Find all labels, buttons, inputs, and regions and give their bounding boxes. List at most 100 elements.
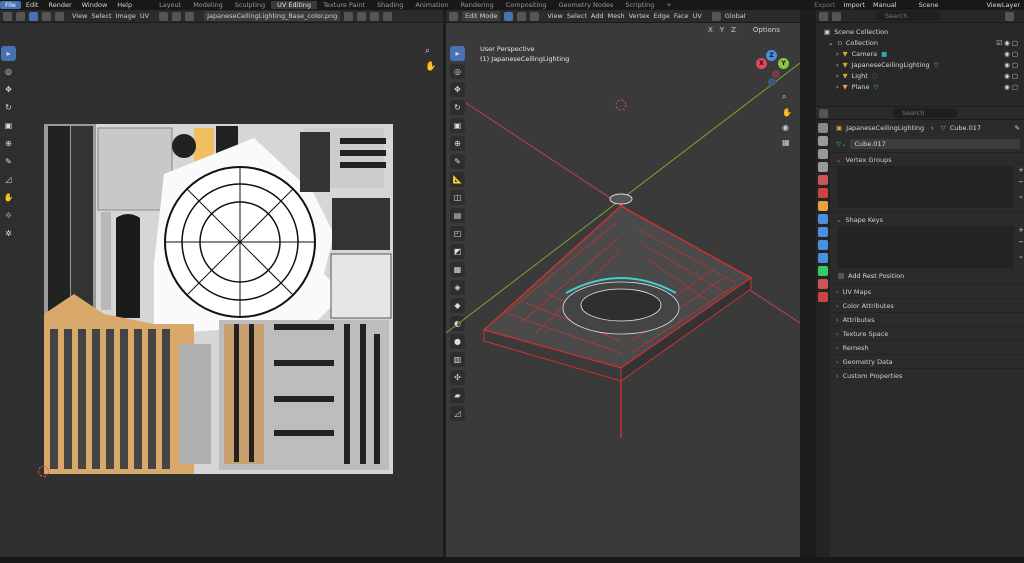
visibility-eye-icon[interactable]: ◉ ▢ — [1004, 50, 1018, 58]
vp-menu-add[interactable]: Add — [591, 12, 604, 20]
output-tab-icon[interactable] — [818, 149, 828, 159]
tab-layout[interactable]: Layout — [153, 1, 187, 9]
cursor-tool[interactable]: ◎ — [1, 64, 16, 79]
expand-arrow-icon[interactable]: › — [836, 61, 839, 69]
modifier-tab-icon[interactable] — [818, 214, 828, 224]
gizmo-z-axis[interactable]: Z — [766, 50, 777, 61]
add-shape-key-button[interactable]: + — [1018, 226, 1024, 234]
3d-viewport[interactable]: Edit Mode View Select Add Mesh Vertex Ed… — [446, 10, 800, 557]
pan-hand-icon[interactable]: ✋ — [425, 62, 436, 72]
expand-arrow-icon[interactable]: › — [836, 72, 839, 80]
outliner-search[interactable]: Search — [875, 11, 941, 21]
tool-tab-icon[interactable] — [818, 123, 828, 133]
move-tool[interactable]: ✥ — [1, 82, 16, 97]
snap-icon[interactable] — [172, 11, 182, 21]
uv-menu-select[interactable]: Select — [91, 12, 111, 20]
viewlayer-selector[interactable]: ViewLayer — [986, 1, 1020, 9]
vertex-groups-list[interactable]: + − ⌄ — [838, 166, 1024, 208]
tab-rendering[interactable]: Rendering — [455, 1, 500, 9]
editor-type-icon[interactable] — [819, 11, 828, 21]
remove-shape-key-button[interactable]: − — [1018, 238, 1024, 246]
editor-type-icon[interactable] — [449, 11, 458, 21]
uv-menu-view[interactable]: View — [72, 12, 87, 20]
2d-cursor-icon[interactable] — [38, 466, 49, 477]
uv-texture-image[interactable] — [44, 124, 393, 474]
navigation-gizmo[interactable]: Z Y X — [752, 50, 792, 90]
add-rest-position-checkbox[interactable] — [838, 273, 844, 279]
camera-view-icon[interactable]: ◉ — [782, 123, 792, 132]
section-attributes[interactable]: › Attributes — [830, 312, 1024, 326]
render-tab-icon[interactable] — [818, 136, 828, 146]
section-custom-properties[interactable]: › Custom Properties — [830, 368, 1024, 382]
edge-select-icon[interactable] — [42, 11, 51, 21]
proportional-icon[interactable] — [185, 11, 195, 21]
vp-menu-view[interactable]: View — [547, 12, 562, 20]
list-menu-icon[interactable]: ⌄ — [1018, 252, 1024, 260]
transform-orientation[interactable]: Global — [725, 12, 746, 20]
edge-mode-icon[interactable] — [517, 11, 527, 21]
tab-compositing[interactable]: Compositing — [500, 1, 553, 9]
tab-animation[interactable]: Animation — [409, 1, 454, 9]
section-texture-space[interactable]: › Texture Space — [830, 326, 1024, 340]
pin-icon[interactable]: ✎ — [1015, 124, 1020, 132]
grab-tool[interactable]: ✋ — [1, 190, 16, 205]
collapse-arrow-icon[interactable]: ⌄ — [828, 39, 833, 47]
transform-tool[interactable]: ⊕ — [1, 136, 16, 151]
tab-geometry-nodes[interactable]: Geometry Nodes — [553, 1, 620, 9]
tab-texture-paint[interactable]: Texture Paint — [317, 1, 371, 9]
scale-tool[interactable]: ▣ — [1, 118, 16, 133]
gizmo-neg-x[interactable] — [772, 70, 780, 78]
uv-menu-image[interactable]: Image — [116, 12, 136, 20]
scene-tab-icon[interactable] — [818, 175, 828, 185]
gizmo-x-axis[interactable]: X — [756, 58, 767, 69]
mesh-data-tab-icon[interactable] — [818, 266, 828, 276]
menu-edit[interactable]: Edit — [21, 1, 44, 9]
world-tab-icon[interactable] — [818, 188, 828, 198]
tab-shading[interactable]: Shading — [371, 1, 409, 9]
shape-keys-list[interactable]: + − ⌄ — [838, 226, 1024, 268]
vp-menu-mesh[interactable]: Mesh — [607, 12, 624, 20]
vertex-select-icon[interactable] — [29, 11, 38, 21]
add-vertex-group-button[interactable]: + — [1018, 166, 1024, 174]
gizmo-neg-z[interactable] — [768, 78, 776, 86]
view-layer-tab-icon[interactable] — [818, 162, 828, 172]
add-workspace-button[interactable]: + — [660, 1, 677, 9]
physics-tab-icon[interactable] — [818, 240, 828, 250]
outliner[interactable]: Search ▣ Scene Collection ⌄ ▫ Collection ☑ ◉… — [816, 10, 1024, 106]
zoom-icon[interactable]: ⌕ — [782, 92, 792, 102]
menu-help[interactable]: Help — [112, 1, 137, 9]
section-geometry-data[interactable]: › Geometry Data — [830, 354, 1024, 368]
scene-selector[interactable]: Scene — [919, 1, 939, 9]
vertex-mode-icon[interactable] — [504, 11, 514, 21]
pivot-icon[interactable] — [159, 11, 169, 21]
tab-scripting[interactable]: Scripting — [619, 1, 660, 9]
editor-type-icon[interactable] — [819, 108, 828, 118]
properties-search[interactable]: Search — [892, 108, 958, 118]
gizmo-y-axis[interactable]: Y — [778, 58, 789, 69]
new-image-icon[interactable] — [344, 11, 354, 21]
uv-sync-icon[interactable] — [16, 11, 25, 21]
constraints-tab-icon[interactable] — [818, 253, 828, 263]
expand-arrow-icon[interactable]: › — [836, 50, 839, 58]
add-rest-position-row[interactable]: Add Rest Position — [830, 268, 1024, 284]
tab-uv-editing[interactable]: UV Editing — [271, 1, 318, 9]
tab-sculpting[interactable]: Sculpting — [229, 1, 271, 9]
vp-menu-face[interactable]: Face — [674, 12, 689, 20]
orientation-icon[interactable] — [711, 11, 721, 21]
properties-editor[interactable]: Search ▣ JapaneseCeilingLighting › ▽ Cub… — [816, 107, 1024, 557]
menu-render[interactable]: Render — [43, 1, 76, 9]
mesh-browse-icon[interactable]: ▽⌄ — [836, 140, 846, 148]
vp-menu-uv[interactable]: UV — [693, 12, 702, 20]
face-select-icon[interactable] — [55, 11, 64, 21]
visibility-eye-icon[interactable]: ◉ ▢ — [1004, 83, 1018, 91]
menu-file[interactable]: File — [0, 1, 21, 9]
section-uv-maps[interactable]: › UV Maps — [830, 284, 1024, 298]
mode-selector[interactable]: Edit Mode — [462, 11, 501, 21]
vp-menu-edge[interactable]: Edge — [654, 12, 670, 20]
section-vertex-groups[interactable]: ⌄ Vertex Groups — [830, 152, 1024, 166]
section-color-attributes[interactable]: › Color Attributes — [830, 298, 1024, 312]
zoom-icon[interactable]: ⌕ — [425, 46, 430, 56]
texture-tab-icon[interactable] — [818, 292, 828, 302]
visibility-eye-icon[interactable]: ☑ ◉ ▢ — [996, 39, 1018, 47]
select-box-tool[interactable]: ▸ — [1, 46, 16, 61]
